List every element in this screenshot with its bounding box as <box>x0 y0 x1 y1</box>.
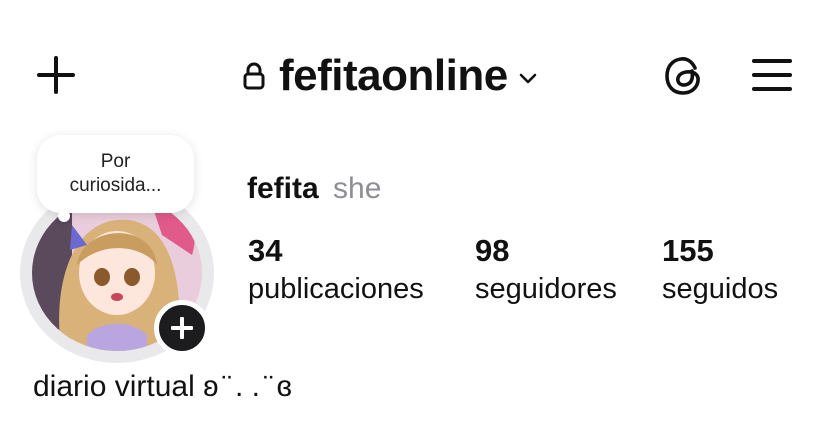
chevron-down-icon <box>519 73 536 84</box>
note-bubble-tail <box>58 210 70 222</box>
bio-text: diario virtual ʚ ̈ . . ̈ ɞ <box>33 370 292 403</box>
note-text-line1: Por <box>100 151 131 172</box>
stat-posts-count: 34 <box>248 233 283 268</box>
stat-following[interactable]: 155 seguidos <box>662 232 778 308</box>
username-title: fefitaonline <box>279 51 508 100</box>
stat-following-count: 155 <box>662 233 714 268</box>
stat-following-label: seguidos <box>662 273 779 305</box>
hamburger-menu-icon[interactable] <box>752 57 794 93</box>
top-bar: fefitaonline <box>0 0 828 150</box>
pronouns: she <box>333 172 382 205</box>
stat-followers-count: 98 <box>475 233 510 268</box>
account-switcher[interactable]: fefitaonline <box>243 48 538 104</box>
display-name: fefita <box>247 172 319 205</box>
stat-posts[interactable]: 34 publicaciones <box>248 232 424 308</box>
note-text-line2: curiosida... <box>69 175 162 196</box>
note-bubble[interactable]: Por curiosida... <box>37 135 194 213</box>
create-plus-icon[interactable] <box>34 54 78 98</box>
stat-followers-label: seguidores <box>475 273 617 305</box>
stat-followers[interactable]: 98 seguidores <box>475 232 617 308</box>
lock-icon <box>243 62 265 90</box>
profile-name-line: fefita she <box>247 172 381 206</box>
add-story-button[interactable] <box>154 300 210 356</box>
stat-posts-label: publicaciones <box>248 273 424 305</box>
threads-icon[interactable] <box>662 53 706 99</box>
